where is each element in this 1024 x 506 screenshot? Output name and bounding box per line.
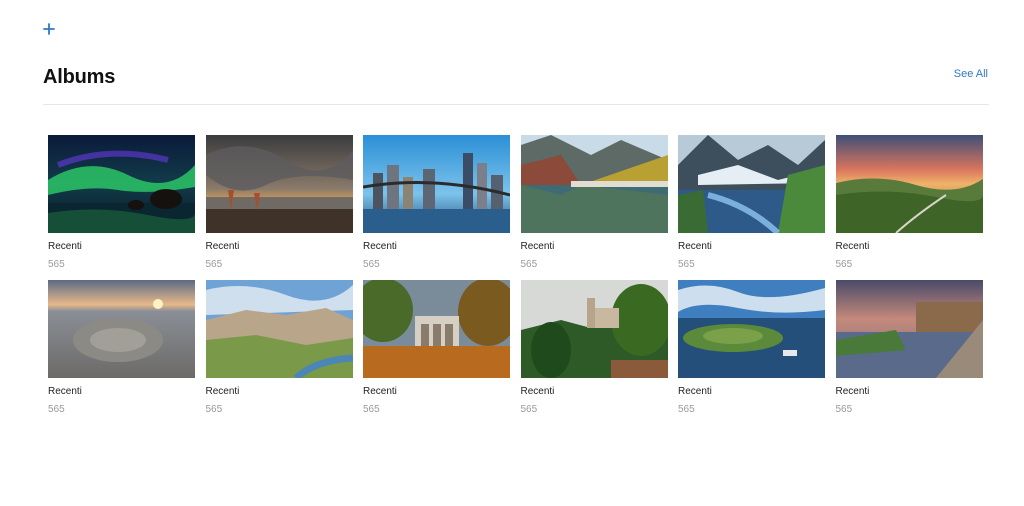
album-count: 565 <box>363 259 380 270</box>
album-count: 565 <box>48 259 65 270</box>
album-grid: Recenti 565 Recenti 565 Recenti 565 Rece… <box>48 135 988 416</box>
see-all-link[interactable]: See All <box>954 68 988 80</box>
album-title: Recenti <box>835 386 870 397</box>
album-thumbnail <box>48 280 195 378</box>
album-count: 565 <box>835 404 853 415</box>
album-thumbnail <box>363 280 510 378</box>
album-card[interactable]: Recenti 565 <box>205 135 353 271</box>
album-card[interactable]: Recenti 565 <box>520 280 668 416</box>
album-count: 565 <box>835 259 853 270</box>
album-title: Recenti <box>363 386 397 397</box>
album-thumbnail <box>205 135 353 233</box>
albums-page: Albums See All Recenti 565 Recenti 565 R… <box>0 0 1024 506</box>
album-count: 565 <box>678 404 695 415</box>
album-count: 565 <box>205 259 223 270</box>
album-thumbnail <box>205 280 353 378</box>
album-count: 565 <box>520 259 538 270</box>
album-title: Recenti <box>678 386 712 397</box>
album-title: Recenti <box>48 241 82 252</box>
album-card[interactable]: Recenti 565 <box>835 135 983 271</box>
album-thumbnail <box>835 135 983 233</box>
album-thumbnail <box>520 280 668 378</box>
album-card[interactable]: Recenti 565 <box>520 135 668 271</box>
album-card[interactable]: Recenti 565 <box>48 280 195 416</box>
album-card[interactable]: Recenti 565 <box>835 280 983 416</box>
album-count: 565 <box>520 404 538 415</box>
album-title: Recenti <box>205 386 240 397</box>
album-title: Recenti <box>835 241 870 252</box>
album-title: Recenti <box>363 241 397 252</box>
page-title: Albums <box>43 66 116 88</box>
album-card[interactable]: Recenti 565 <box>205 280 353 416</box>
album-thumbnail <box>835 280 983 378</box>
album-card[interactable]: Recenti 565 <box>678 135 825 271</box>
album-card[interactable]: Recenti 565 <box>363 135 510 271</box>
album-card[interactable]: Recenti 565 <box>48 135 195 271</box>
album-title: Recenti <box>205 241 240 252</box>
album-count: 565 <box>363 404 380 415</box>
albums-header: Albums See All <box>43 60 989 105</box>
album-thumbnail <box>678 280 825 378</box>
album-title: Recenti <box>520 241 555 252</box>
album-thumbnail <box>48 135 195 233</box>
album-title: Recenti <box>520 386 555 397</box>
album-thumbnail <box>678 135 825 233</box>
album-thumbnail <box>363 135 510 233</box>
add-album-button[interactable] <box>40 20 58 38</box>
album-count: 565 <box>48 404 65 415</box>
album-card[interactable]: Recenti 565 <box>363 280 510 416</box>
album-count: 565 <box>678 259 695 270</box>
album-card[interactable]: Recenti 565 <box>678 280 825 416</box>
album-title: Recenti <box>48 386 82 397</box>
album-count: 565 <box>205 404 223 415</box>
plus-icon <box>43 23 55 35</box>
album-thumbnail <box>520 135 668 233</box>
album-title: Recenti <box>678 241 712 252</box>
